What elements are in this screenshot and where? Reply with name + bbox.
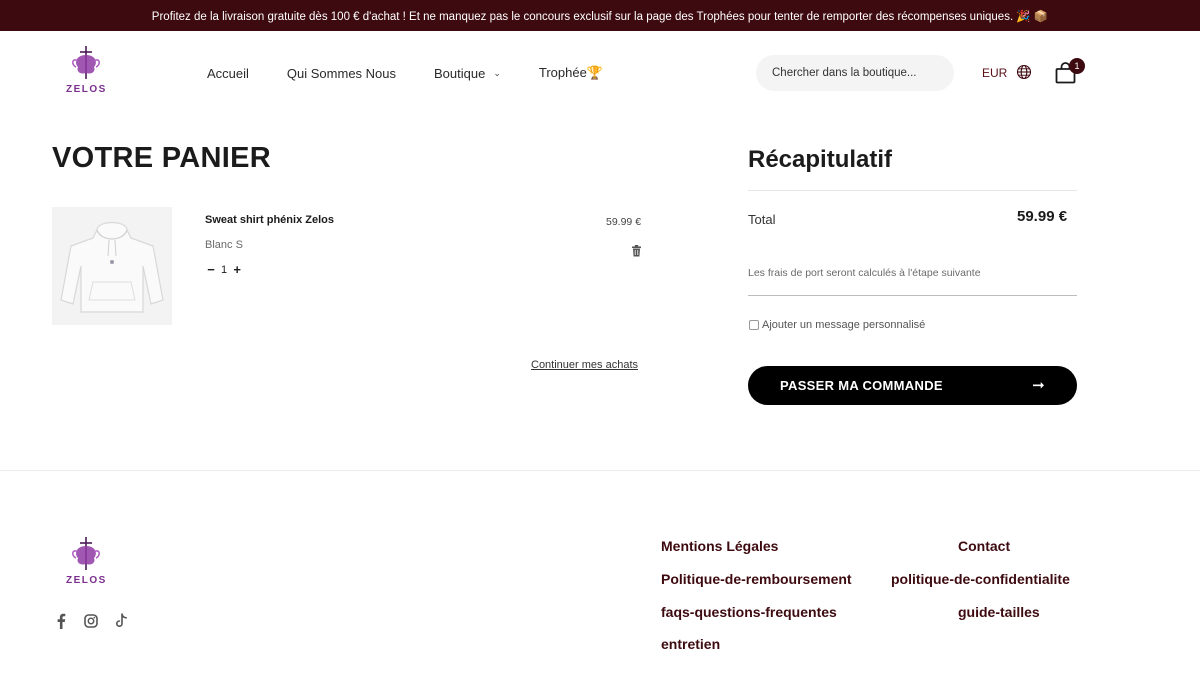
product-price: 59.99 € (606, 216, 642, 228)
increase-quantity-button[interactable]: + (231, 262, 243, 277)
nav-label: Accueil (207, 65, 249, 81)
footer-divider (0, 470, 1200, 471)
cart-count-badge: 1 (1069, 58, 1085, 74)
globe-icon[interactable] (1016, 64, 1032, 85)
nav-label: Qui Sommes Nous (286, 65, 397, 81)
footer-link-mentions-legales[interactable]: Mentions Légales (661, 538, 778, 554)
product-name[interactable]: Sweat shirt phénix Zelos (205, 214, 334, 226)
announcement-text: Profitez de la livraison gratuite dès 10… (151, 10, 1049, 23)
logo-text: ZELOS (66, 575, 107, 586)
tiktok-icon[interactable] (114, 613, 128, 634)
quantity-stepper: − 1 + (205, 262, 243, 277)
footer-link-politique-confidentialite[interactable]: politique-de-confidentialite (891, 571, 1070, 587)
hoodie-image (60, 221, 164, 313)
search-input[interactable] (772, 67, 942, 79)
logo-text: ZELOS (66, 84, 107, 95)
custom-message-checkbox[interactable] (749, 320, 759, 330)
main-nav: Accueil Qui Sommes Nous Boutique ⌄ Troph… (207, 65, 603, 81)
search-box[interactable] (756, 55, 954, 91)
checkout-label: PASSER MA COMMANDE (780, 378, 943, 393)
footer-link-contact[interactable]: Contact (958, 538, 1010, 554)
nav-boutique[interactable]: Boutique ⌄ (434, 65, 501, 81)
trash-icon[interactable] (631, 244, 642, 262)
nav-accueil[interactable]: Accueil (207, 65, 249, 81)
footer-link-politique-remboursement[interactable]: Politique-de-remboursement (661, 571, 852, 587)
continue-shopping-link[interactable]: Continuer mes achats (531, 359, 638, 371)
header-logo[interactable]: ZELOS (66, 45, 107, 95)
shipping-note: Les frais de port seront calculés à l'ét… (748, 267, 981, 279)
site-header: ZELOS Accueil Qui Sommes Nous Boutique ⌄… (0, 31, 1200, 115)
custom-message-label[interactable]: Ajouter un message personnalisé (762, 319, 925, 331)
divider (748, 190, 1077, 191)
nav-label: Boutique (434, 65, 486, 81)
product-image[interactable] (52, 207, 172, 325)
footer-link-faqs[interactable]: faqs-questions-frequentes (661, 604, 837, 620)
footer-link-guide-tailles[interactable]: guide-tailles (958, 604, 1040, 620)
arrow-right-icon: ➞ (1032, 377, 1045, 394)
custom-message-option: Ajouter un message personnalisé (749, 319, 925, 331)
decrease-quantity-button[interactable]: − (205, 262, 217, 277)
page-title: VOTRE PANIER (52, 142, 271, 174)
footer-link-entretien[interactable]: entretien (661, 636, 720, 652)
chevron-down-icon: ⌄ (493, 67, 501, 78)
checkout-button[interactable]: PASSER MA COMMANDE ➞ (748, 366, 1077, 405)
nav-trophee[interactable]: Trophée🏆 (539, 65, 603, 81)
total-label: Total (748, 212, 776, 227)
nav-label: Trophée🏆 (538, 65, 604, 80)
instagram-icon[interactable] (84, 614, 98, 633)
divider (748, 295, 1077, 296)
total-value: 59.99 € (1017, 208, 1068, 225)
summary-title: Récapitulatif (748, 146, 893, 173)
nav-qui-sommes-nous[interactable]: Qui Sommes Nous (287, 65, 396, 81)
footer-logo[interactable]: ZELOS (66, 536, 107, 586)
quantity-value: 1 (221, 263, 228, 276)
currency-selector[interactable]: EUR (982, 66, 1007, 80)
phoenix-sword-icon (72, 46, 101, 79)
product-variant: Blanc S (205, 239, 243, 251)
announcement-bar: Profitez de la livraison gratuite dès 10… (0, 0, 1200, 31)
phoenix-sword-icon (72, 537, 101, 570)
facebook-icon[interactable] (56, 613, 66, 634)
